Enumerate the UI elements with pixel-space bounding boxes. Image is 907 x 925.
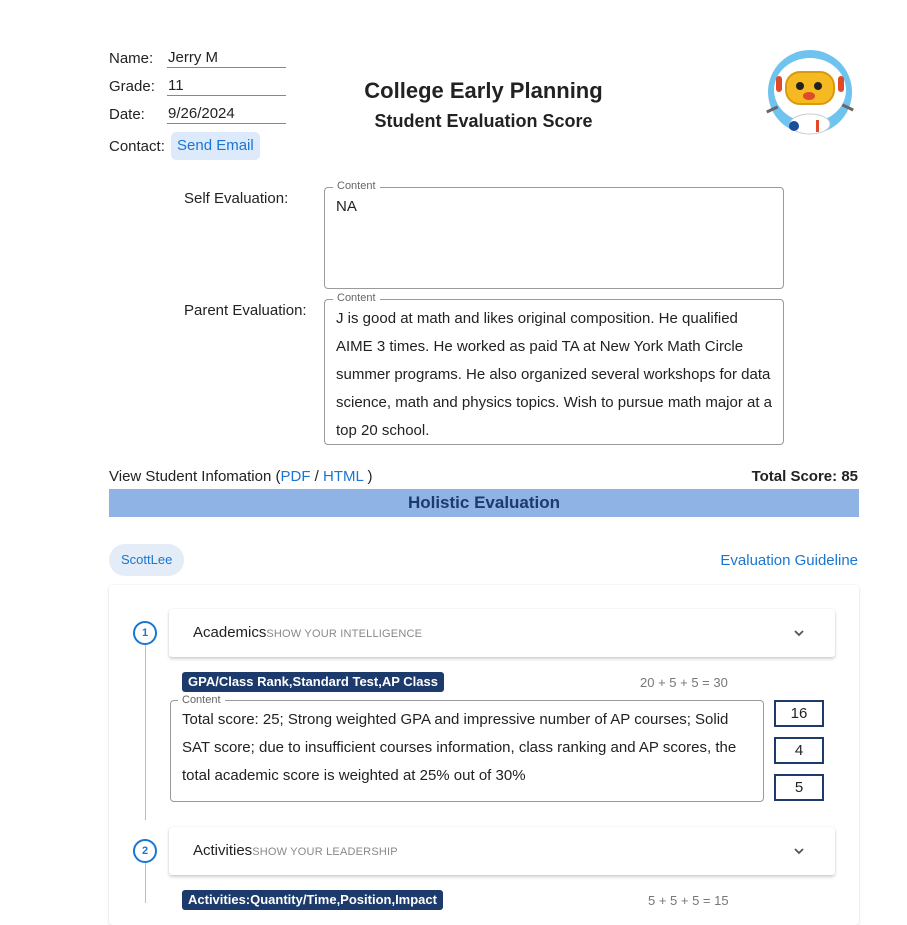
page-title: College Early Planning <box>364 78 603 103</box>
grade-label: Grade: <box>109 78 155 95</box>
name-value: Jerry M <box>167 49 286 68</box>
academics-comment-text: Total score: 25; Strong weighted GPA and… <box>182 711 737 784</box>
self-evaluation-legend: Content <box>333 180 380 192</box>
academics-score-3-input[interactable]: 5 <box>774 774 824 801</box>
academics-subtitle: SHOW YOUR INTELLIGENCE <box>266 628 423 640</box>
total-score: Total Score: 85 <box>751 468 858 485</box>
step-connector <box>145 863 146 903</box>
date-label: Date: <box>109 106 145 123</box>
student-info-prefix: View Student Infomation ( <box>109 468 281 485</box>
page-subtitle: Student Evaluation Score <box>374 111 593 131</box>
contact-label: Contact: <box>109 138 165 155</box>
date-value: 9/26/2024 <box>167 105 286 124</box>
step-connector <box>145 645 146 820</box>
activities-category-tag: Activities:Quantity/Time,Position,Impact <box>182 890 443 910</box>
student-info-line: View Student Infomation (PDF / HTML ) <box>109 468 372 485</box>
html-link[interactable]: HTML <box>323 468 363 485</box>
self-evaluation-field[interactable]: Content NA <box>324 180 784 289</box>
parent-evaluation-label: Parent Evaluation: <box>184 302 307 319</box>
academics-score-formula: 20 + 5 + 5 = 30 <box>640 675 728 690</box>
self-evaluation-label: Self Evaluation: <box>184 190 289 207</box>
grade-value: 11 <box>167 77 286 96</box>
academics-accordion[interactable]: AcademicsSHOW YOUR INTELLIGENCE <box>169 609 835 657</box>
activities-score-formula: 5 + 5 + 5 = 15 <box>648 893 729 908</box>
activities-subtitle: SHOW YOUR LEADERSHIP <box>252 846 398 858</box>
astronaut-mascot-icon <box>758 48 858 138</box>
student-info-suffix: ) <box>363 468 373 485</box>
parent-evaluation-text: J is good at math and likes original com… <box>336 310 773 439</box>
pdf-link[interactable]: PDF <box>281 468 311 485</box>
chevron-down-icon[interactable] <box>793 627 805 639</box>
activities-accordion[interactable]: ActivitiesSHOW YOUR LEADERSHIP <box>169 827 835 875</box>
evaluation-guideline-link[interactable]: Evaluation Guideline <box>720 552 858 569</box>
evaluator-chip[interactable]: ScottLee <box>109 544 185 576</box>
chevron-down-icon[interactable] <box>793 845 805 857</box>
academics-category-tag: GPA/Class Rank,Standard Test,AP Class <box>182 672 444 692</box>
academics-comment-legend: Content <box>178 694 225 706</box>
self-evaluation-text: NA <box>336 198 357 215</box>
academics-score-2-input[interactable]: 4 <box>774 737 824 764</box>
name-label: Name: <box>109 50 154 67</box>
send-email-button[interactable]: Send Email <box>171 132 260 160</box>
academics-score-1-input[interactable]: 16 <box>774 700 824 727</box>
academics-title: Academics <box>193 624 267 641</box>
holistic-evaluation-header: Holistic Evaluation <box>109 489 859 517</box>
step-2-indicator: 2 <box>133 839 157 863</box>
academics-comment-field[interactable]: Content Total score: 25; Strong weighted… <box>170 694 764 802</box>
parent-evaluation-field[interactable]: Content J is good at math and likes orig… <box>324 292 784 445</box>
activities-title: Activities <box>193 842 253 859</box>
student-info-separator: / <box>310 468 324 485</box>
parent-evaluation-legend: Content <box>333 292 380 304</box>
step-1-indicator: 1 <box>133 621 157 645</box>
